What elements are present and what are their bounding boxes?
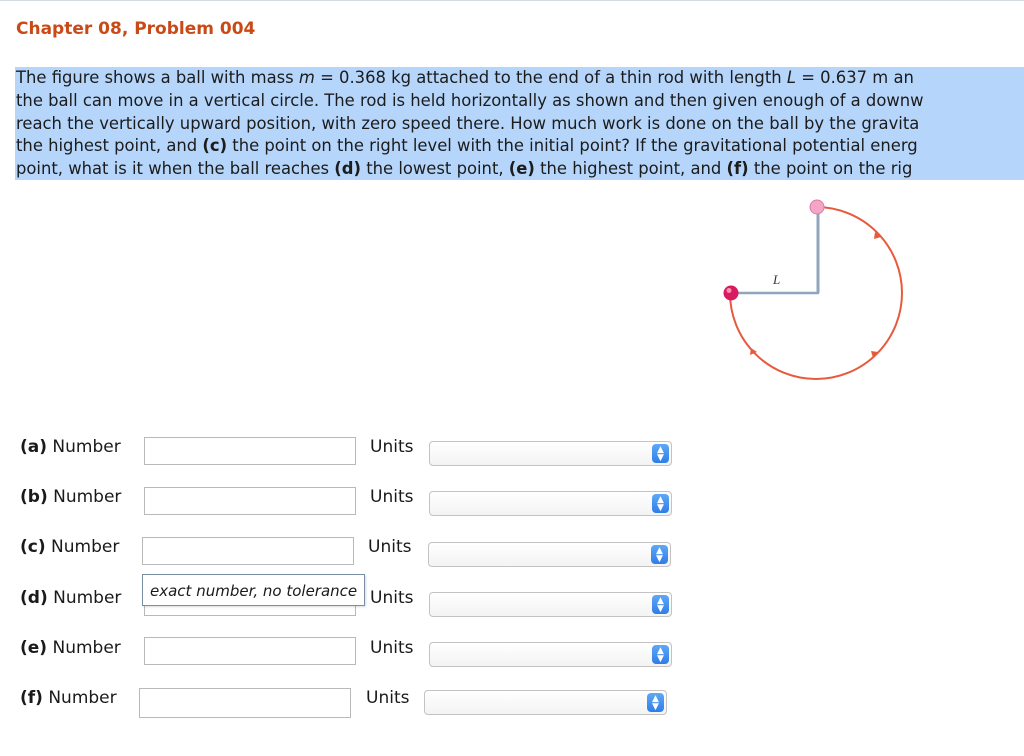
part-label: (d) — [334, 159, 361, 178]
units-select[interactable]: ▲ ▼ — [424, 690, 667, 715]
number-input[interactable] — [144, 437, 356, 465]
variable-m: m — [298, 68, 315, 87]
chevron-up-down-icon: ▲ ▼ — [647, 693, 664, 712]
units-label: Units — [366, 688, 410, 708]
problem-line-2: the ball can move in a vertical circle. … — [16, 91, 924, 110]
problem-text: the highest point, and — [534, 159, 727, 178]
part-label: (c) — [202, 136, 228, 155]
number-input[interactable] — [144, 487, 356, 515]
number-label: Number — [52, 437, 121, 457]
problem-text: the highest point, and — [16, 136, 203, 155]
part-label: (e) — [20, 638, 48, 658]
problem-statement: The figure shows a ball with mass m = 0.… — [15, 67, 1024, 180]
units-select[interactable]: ▲ ▼ — [429, 592, 672, 617]
input-tooltip: exact number, no tolerance — [142, 574, 366, 606]
question-label: (e) Number — [20, 638, 121, 658]
number-input[interactable] — [139, 688, 351, 718]
answer-row-b: (b) Number Units ▲ ▼ — [0, 487, 1024, 527]
problem-line-4: the highest point, and (c) the point on … — [16, 135, 918, 157]
number-label: Number — [53, 588, 122, 608]
units-label: Units — [370, 437, 414, 457]
part-label: (e) — [508, 159, 535, 178]
answer-row-f: (f) Number Units ▲ ▼ — [0, 687, 1024, 727]
units-label: Units — [368, 537, 412, 557]
number-label: Number — [51, 537, 120, 557]
problem-text: the lowest point, — [361, 159, 509, 178]
initial-ball-highlight — [726, 288, 732, 293]
chevron-up-down-icon: ▲ ▼ — [651, 545, 668, 564]
units-select[interactable]: ▲ ▼ — [429, 441, 672, 466]
number-label: Number — [53, 487, 122, 507]
chevron-up-down-icon: ▲ ▼ — [652, 645, 669, 664]
part-label: (d) — [20, 588, 48, 608]
number-label: Number — [52, 638, 121, 658]
problem-line-5: point, what is it when the ball reaches … — [16, 158, 912, 180]
question-label: (f) Number — [20, 688, 117, 708]
number-input[interactable] — [142, 537, 354, 565]
units-label: Units — [370, 638, 414, 658]
part-label: (f) — [20, 688, 43, 708]
page-title: Chapter 08, Problem 004 — [16, 19, 256, 39]
part-label: (f) — [726, 159, 749, 178]
number-label: Number — [48, 688, 117, 708]
units-select[interactable]: ▲ ▼ — [429, 491, 672, 516]
answer-row-e: (e) Number Units ▲ ▼ — [0, 637, 1024, 677]
chevron-up-down-icon: ▲ ▼ — [652, 494, 669, 513]
question-label: (c) Number — [20, 537, 119, 557]
initial-ball — [723, 285, 739, 301]
problem-text: The figure shows a ball with mass — [16, 68, 299, 87]
vertical-circle-figure: L — [723, 199, 903, 380]
units-label: Units — [370, 487, 414, 507]
units-select[interactable]: ▲ ▼ — [428, 542, 671, 567]
answer-row-a: (a) Number Units ▲ ▼ — [0, 437, 1024, 477]
number-input[interactable] — [144, 637, 356, 665]
problem-line-1: The figure shows a ball with mass m = 0.… — [16, 67, 914, 89]
top-ball — [809, 199, 825, 215]
question-label: (a) Number — [20, 437, 121, 457]
top-divider — [0, 0, 1024, 5]
problem-text: = 0.637 m an — [796, 68, 914, 87]
question-label: (d) Number — [20, 588, 121, 608]
units-label: Units — [370, 588, 414, 608]
part-label: (c) — [20, 537, 46, 557]
question-label: (b) Number — [20, 487, 121, 507]
problem-text: = 0.368 kg attached to the end of a thin… — [314, 68, 787, 87]
units-select[interactable]: ▲ ▼ — [429, 642, 672, 667]
chevron-up-down-icon: ▲ ▼ — [652, 595, 669, 614]
problem-text: the point on the right level with the in… — [227, 136, 918, 155]
chevron-up-down-icon: ▲ ▼ — [652, 444, 669, 463]
answer-row-c: (c) Number Units ▲ ▼ — [0, 537, 1024, 577]
part-label: (b) — [20, 487, 48, 507]
variable-L: L — [786, 68, 796, 87]
problem-text: the point on the rig — [748, 159, 913, 178]
part-label: (a) — [20, 437, 48, 457]
problem-text: point, what is it when the ball reaches — [16, 159, 335, 178]
rod-label: L — [772, 272, 780, 287]
problem-line-3: reach the vertically upward position, wi… — [16, 114, 920, 133]
